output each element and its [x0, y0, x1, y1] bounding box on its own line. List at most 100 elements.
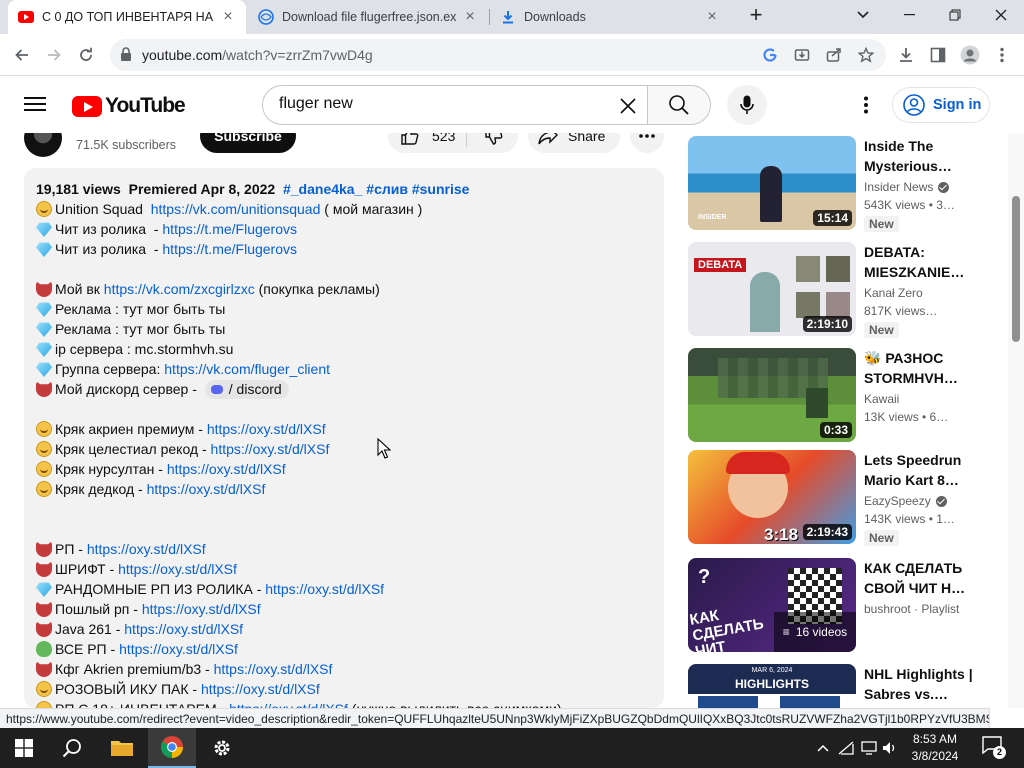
hashtag-link[interactable]: #_dane4ka_ — [283, 179, 362, 199]
channel-name[interactable]: EazySpeezy — [864, 492, 931, 510]
demon-emoji-icon — [36, 561, 52, 577]
browser-menu-icon[interactable] — [988, 41, 1016, 69]
hashtag-link[interactable]: #sunrise — [412, 179, 470, 199]
description-link[interactable]: https://oxy.st/d/lXSf — [124, 619, 243, 639]
address-bar[interactable]: youtube.com/watch?v=zrrZm7vwD4g — [110, 39, 886, 71]
more-actions-icon[interactable] — [630, 133, 664, 153]
search-input[interactable] — [279, 95, 609, 113]
recommended-video-card[interactable]: КАК СДЕЛАТЬ ЧИТ? ≡ 16 videos КАК СДЕЛАТЬ СВ… — [688, 558, 988, 654]
description-link[interactable]: https://oxy.st/d/lXSf — [229, 699, 348, 708]
taskbar-search-icon[interactable] — [48, 728, 96, 768]
settings-more-icon[interactable] — [852, 91, 880, 119]
sign-in-button[interactable]: Sign in — [892, 87, 990, 123]
system-clock[interactable]: 8:53 AM 3/8/2024 — [900, 731, 970, 765]
subscribe-button[interactable]: Subscribe — [200, 133, 296, 153]
like-button[interactable]: 523 — [388, 133, 466, 153]
reload-button[interactable] — [72, 41, 100, 69]
back-button[interactable] — [8, 41, 36, 69]
minimize-window-button[interactable] — [886, 0, 932, 30]
description-link[interactable]: https://oxy.st/d/lXSf — [201, 679, 320, 699]
video-info: 🐝 РАЗНОС STORMHVH… Kawaii 13K views • 6… — [864, 348, 976, 426]
close-tab-icon[interactable]: × — [462, 8, 478, 25]
channel-avatar[interactable] — [24, 133, 62, 157]
display-monitor-icon[interactable] — [860, 738, 880, 758]
description-link[interactable]: https://vk.com/unitionsquad — [151, 199, 321, 219]
tab-youtube-video[interactable]: С 0 ДО ТОП ИНВЕНТАРЯ НА РИ × — [8, 0, 246, 34]
notification-center-icon[interactable]: 2 — [982, 736, 1006, 760]
description-link[interactable]: https://oxy.st/d/lXSf — [211, 439, 330, 459]
page-scrollbar-thumb[interactable] — [1012, 196, 1020, 342]
channel-name[interactable]: Kawaii — [864, 390, 899, 408]
voice-search-button[interactable] — [727, 85, 767, 125]
chrome-taskbar-icon[interactable] — [148, 728, 196, 768]
description-link[interactable]: https://oxy.st/d/lXSf — [214, 659, 333, 679]
close-tab-icon[interactable]: × — [704, 8, 720, 25]
description-link[interactable]: https://oxy.st/d/lXSf — [147, 479, 266, 499]
close-window-button[interactable] — [978, 0, 1024, 30]
video-title[interactable]: Lets Speedrun Mario Kart 8… — [864, 450, 976, 490]
description-link[interactable]: https://oxy.st/d/lXSf — [118, 559, 237, 579]
install-app-icon[interactable] — [788, 41, 816, 69]
description-link[interactable]: https://t.me/Flugerovs — [162, 219, 297, 239]
restore-window-button[interactable] — [932, 0, 978, 30]
description-link[interactable]: https://vk.com/zxcgirlzxc — [104, 279, 255, 299]
menu-hamburger-icon[interactable] — [22, 93, 48, 117]
video-title[interactable]: NHL Highlights | Sabres vs.… — [864, 664, 976, 704]
side-panel-icon[interactable] — [924, 41, 952, 69]
description-link[interactable]: https://oxy.st/d/lXSf — [119, 639, 238, 659]
video-thumbnail[interactable]: 3:18 2:19:43 — [688, 450, 856, 544]
channel-name[interactable]: Kanał Zero — [864, 284, 923, 302]
file-explorer-icon[interactable] — [98, 728, 146, 768]
video-title[interactable]: 🐝 РАЗНОС STORMHVH… — [864, 348, 976, 388]
description-link[interactable]: https://vk.com/fluger_client — [164, 359, 330, 379]
description-link[interactable]: https://oxy.st/d/lXSf — [87, 539, 206, 559]
recommended-video-card[interactable]: DEBATA 2:19:10 DEBATA: MIESZKANIE… Kanał Ze… — [688, 242, 988, 338]
share-page-icon[interactable] — [820, 41, 848, 69]
hashtag-link[interactable]: #слив — [366, 179, 408, 199]
tab-search-chevron-icon[interactable] — [840, 0, 886, 30]
dislike-button[interactable] — [474, 133, 514, 153]
description-link[interactable]: https://oxy.st/d/lXSf — [265, 579, 384, 599]
downloads-toolbar-icon[interactable] — [892, 41, 920, 69]
tab-download-file[interactable]: Download file flugerfree.json.exe × — [248, 0, 488, 34]
new-tab-button[interactable]: + — [733, 0, 779, 30]
share-button[interactable]: Share — [528, 133, 620, 153]
profile-avatar-icon[interactable] — [956, 41, 984, 69]
youtube-logo[interactable]: YouTube — [72, 94, 186, 118]
forward-button[interactable] — [40, 41, 68, 69]
channel-name[interactable]: Insider News — [864, 178, 933, 196]
recommended-video-card[interactable]: 3:18 2:19:43 Lets Speedrun Mario Kart 8… Ea… — [688, 450, 988, 546]
search-button[interactable] — [647, 85, 711, 125]
start-button[interactable] — [0, 728, 48, 768]
video-thumbnail[interactable]: INSIDER 15:14 — [688, 136, 856, 230]
clear-search-icon[interactable] — [614, 92, 642, 120]
description-line: Java 261 - https://oxy.st/d/lXSf — [36, 619, 652, 639]
bookmark-star-icon[interactable] — [852, 41, 880, 69]
network-no-internet-icon[interactable] — [836, 738, 856, 758]
description-blank-line — [36, 259, 652, 279]
settings-gear-icon[interactable] — [198, 728, 246, 768]
video-thumbnail[interactable]: КАК СДЕЛАТЬ ЧИТ? ≡ 16 videos — [688, 558, 856, 652]
video-title[interactable]: DEBATA: MIESZKANIE… — [864, 242, 976, 282]
volume-speaker-icon[interactable] — [880, 738, 900, 758]
video-thumbnail[interactable]: 0:33 — [688, 348, 856, 442]
description-link[interactable]: https://t.me/Flugerovs — [162, 239, 297, 259]
description-link[interactable]: https://oxy.st/d/lXSf — [167, 459, 286, 479]
show-hidden-icons-chevron-icon[interactable] — [813, 738, 833, 758]
tab-downloads[interactable]: Downloads × — [490, 0, 730, 34]
description-lines: Unition Squad https://vk.com/unitionsqua… — [36, 199, 652, 708]
discord-link-chip[interactable]: / discord — [204, 379, 289, 399]
video-title[interactable]: Inside The Mysterious… — [864, 136, 976, 176]
google-lens-icon[interactable] — [756, 41, 784, 69]
video-duration: 2:19:10 — [802, 316, 852, 332]
lock-icon[interactable] — [120, 47, 132, 66]
video-thumbnail[interactable]: DEBATA 2:19:10 — [688, 242, 856, 336]
video-description[interactable]: 19,181 views Premiered Apr 8, 2022 #_dan… — [24, 168, 664, 708]
recommended-video-card[interactable]: 0:33 🐝 РАЗНОС STORMHVH… Kawaii 13K views • … — [688, 348, 988, 444]
video-title[interactable]: КАК СДЕЛАТЬ СВОЙ ЧИТ Н… — [864, 558, 976, 598]
close-tab-icon[interactable]: × — [220, 8, 236, 25]
channel-name[interactable]: bushroot · Playlist — [864, 600, 959, 618]
description-link[interactable]: https://oxy.st/d/lXSf — [207, 419, 326, 439]
description-link[interactable]: https://oxy.st/d/lXSf — [142, 599, 261, 619]
recommended-video-card[interactable]: INSIDER 15:14 Inside The Mysterious… Inside… — [688, 136, 988, 232]
